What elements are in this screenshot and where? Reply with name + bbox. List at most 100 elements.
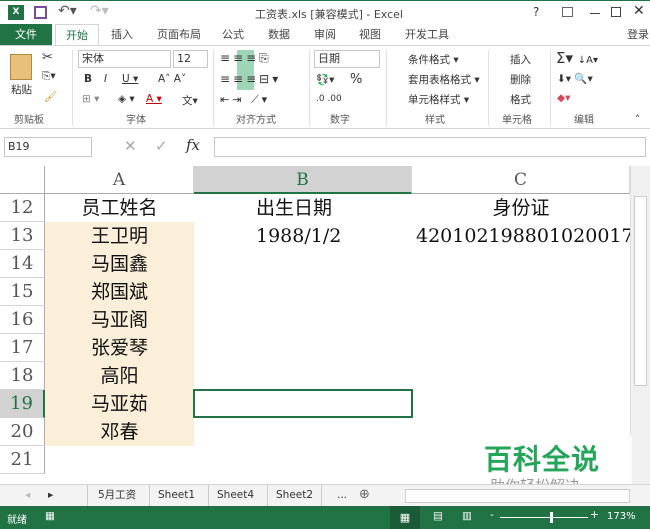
border-button[interactable]: ⊞ ▾ bbox=[82, 93, 99, 105]
paste-icon[interactable] bbox=[10, 54, 32, 80]
cell-b[interactable] bbox=[194, 278, 412, 306]
add-sheet-icon[interactable]: ⊕ bbox=[359, 487, 370, 502]
zoom-out-button[interactable]: - bbox=[490, 509, 494, 521]
minimize-icon[interactable] bbox=[590, 13, 600, 14]
cut-icon[interactable]: ✂ bbox=[42, 50, 53, 65]
zoom-slider[interactable] bbox=[500, 512, 588, 523]
row-header[interactable]: 21 bbox=[0, 446, 45, 474]
cell-a[interactable]: 张爱琴 bbox=[45, 334, 194, 362]
ribbon-display-icon[interactable] bbox=[562, 7, 573, 17]
tab-formulas[interactable]: 公式 bbox=[222, 24, 244, 45]
cell-c[interactable]: 420102198801020017 bbox=[412, 222, 630, 250]
cell-b[interactable] bbox=[194, 334, 412, 362]
percent-button[interactable]: % bbox=[350, 72, 362, 87]
number-format-select[interactable]: 日期 bbox=[314, 50, 380, 68]
indent-buttons[interactable]: ⇤⇥ ⟋▾ bbox=[220, 93, 270, 107]
cell-b[interactable] bbox=[194, 250, 412, 278]
sheet-tab-may-salary[interactable]: 5月工资 bbox=[87, 485, 146, 506]
cell-a[interactable]: 马亚茹 bbox=[45, 390, 194, 418]
paste-button[interactable]: 粘贴 bbox=[11, 82, 32, 97]
cell-b[interactable]: 1988/1/2 bbox=[194, 222, 412, 250]
fill-button[interactable]: ⬇▾ 🔍▾ bbox=[557, 72, 593, 85]
row-header[interactable]: 20 bbox=[0, 418, 45, 446]
cell-c[interactable] bbox=[412, 278, 630, 306]
row-header[interactable]: 13 bbox=[0, 222, 45, 250]
cell-a[interactable]: 员工姓名 bbox=[45, 194, 194, 222]
conditional-format-button[interactable]: 条件格式 ▾ bbox=[408, 52, 459, 67]
underline-button[interactable]: U ▾ bbox=[122, 73, 138, 85]
tab-file[interactable]: 文件 bbox=[0, 24, 52, 45]
cell-a[interactable]: 高阳 bbox=[45, 362, 194, 390]
cell-c[interactable] bbox=[412, 362, 630, 390]
align-buttons-2[interactable]: ≡≡≡⊟▾ bbox=[220, 72, 281, 86]
zoom-slider-thumb[interactable] bbox=[550, 512, 553, 523]
row-header[interactable]: 18 bbox=[0, 362, 45, 390]
row-header[interactable]: 19 bbox=[0, 390, 45, 418]
italic-button[interactable]: I bbox=[104, 73, 107, 85]
save-icon[interactable] bbox=[34, 6, 47, 19]
select-all-corner[interactable] bbox=[0, 166, 45, 194]
phonetic-button[interactable]: 文▾ bbox=[182, 93, 198, 108]
cancel-icon[interactable]: ✕ bbox=[124, 137, 137, 155]
zoom-in-button[interactable]: + bbox=[590, 509, 599, 521]
vertical-scrollbar[interactable] bbox=[630, 166, 650, 484]
redo-icon[interactable]: ↷▾ bbox=[90, 3, 109, 19]
autosum-button[interactable]: Σ▾ ↓A▾ bbox=[556, 49, 598, 67]
fill-color-button[interactable]: ◈ ▾ bbox=[118, 93, 135, 105]
page-break-view-button[interactable]: ▥ bbox=[462, 510, 472, 522]
tab-insert[interactable]: 插入 bbox=[111, 24, 133, 45]
tab-data[interactable]: 数据 bbox=[268, 24, 290, 45]
undo-icon[interactable]: ↶▾ bbox=[58, 3, 77, 19]
close-icon[interactable]: ✕ bbox=[633, 3, 645, 19]
login-link[interactable]: 登录 bbox=[627, 24, 649, 45]
cell-b[interactable]: 出生日期 bbox=[194, 194, 412, 222]
selected-cell-b19[interactable] bbox=[193, 389, 413, 418]
column-header-a[interactable]: A bbox=[45, 166, 194, 194]
grow-font-button[interactable]: A˄ A˅ bbox=[158, 73, 186, 85]
scroll-sheets-left[interactable]: ◂ bbox=[25, 489, 30, 501]
tab-home[interactable]: 开始 bbox=[55, 24, 99, 46]
cell-c[interactable] bbox=[412, 334, 630, 362]
cell-a[interactable]: 王卫明 bbox=[45, 222, 194, 250]
cell-b[interactable] bbox=[194, 446, 412, 474]
zoom-level[interactable]: 173% bbox=[607, 511, 636, 522]
bold-button[interactable]: B bbox=[84, 73, 92, 85]
cell-styles-button[interactable]: 单元格样式 ▾ bbox=[408, 92, 469, 107]
format-cells-button[interactable]: 格式 bbox=[510, 92, 531, 107]
font-size-select[interactable]: 12 bbox=[173, 50, 208, 68]
font-color-button[interactable]: A ▾ bbox=[146, 93, 162, 105]
cell-c[interactable] bbox=[412, 390, 630, 418]
cell-a[interactable] bbox=[45, 446, 194, 474]
cell-b[interactable] bbox=[194, 418, 412, 446]
scroll-sheets-right[interactable]: ▸ bbox=[48, 489, 53, 501]
normal-view-button[interactable]: ▦ bbox=[390, 506, 420, 529]
horizontal-scrollbar[interactable] bbox=[405, 489, 630, 503]
cell-a[interactable]: 邓春 bbox=[45, 418, 194, 446]
tab-review[interactable]: 审阅 bbox=[314, 24, 336, 45]
row-header[interactable]: 14 bbox=[0, 250, 45, 278]
row-header[interactable]: 15 bbox=[0, 278, 45, 306]
tab-page-layout[interactable]: 页面布局 bbox=[157, 24, 201, 45]
cell-c[interactable]: 身份证 bbox=[412, 194, 630, 222]
font-name-select[interactable]: 宋体 bbox=[78, 50, 171, 68]
delete-cells-button[interactable]: 删除 bbox=[510, 72, 531, 87]
sheet-tab-sheet2[interactable]: Sheet2 bbox=[267, 485, 323, 506]
row-header[interactable]: 17 bbox=[0, 334, 45, 362]
format-painter-icon[interactable]: 🖌 bbox=[44, 90, 57, 103]
clear-button[interactable]: ◆▾ bbox=[557, 92, 570, 104]
decimal-buttons[interactable]: .0 .00 bbox=[316, 94, 342, 104]
page-layout-view-button[interactable]: ▤ bbox=[433, 510, 443, 522]
cell-b[interactable] bbox=[194, 362, 412, 390]
currency-button[interactable]: 💱▾ bbox=[316, 73, 334, 86]
row-header[interactable]: 12 bbox=[0, 194, 45, 222]
sheet-tab-sheet1[interactable]: Sheet1 bbox=[149, 485, 203, 506]
tab-view[interactable]: 视图 bbox=[359, 24, 381, 45]
cell-a[interactable]: 马亚阁 bbox=[45, 306, 194, 334]
more-sheets-button[interactable]: ... bbox=[337, 489, 347, 501]
formula-input[interactable] bbox=[214, 137, 646, 157]
column-header-c[interactable]: C bbox=[412, 166, 630, 194]
name-box[interactable]: B19 bbox=[4, 137, 92, 157]
cell-b[interactable] bbox=[194, 306, 412, 334]
cell-c[interactable] bbox=[412, 250, 630, 278]
cell-a[interactable]: 马国鑫 bbox=[45, 250, 194, 278]
